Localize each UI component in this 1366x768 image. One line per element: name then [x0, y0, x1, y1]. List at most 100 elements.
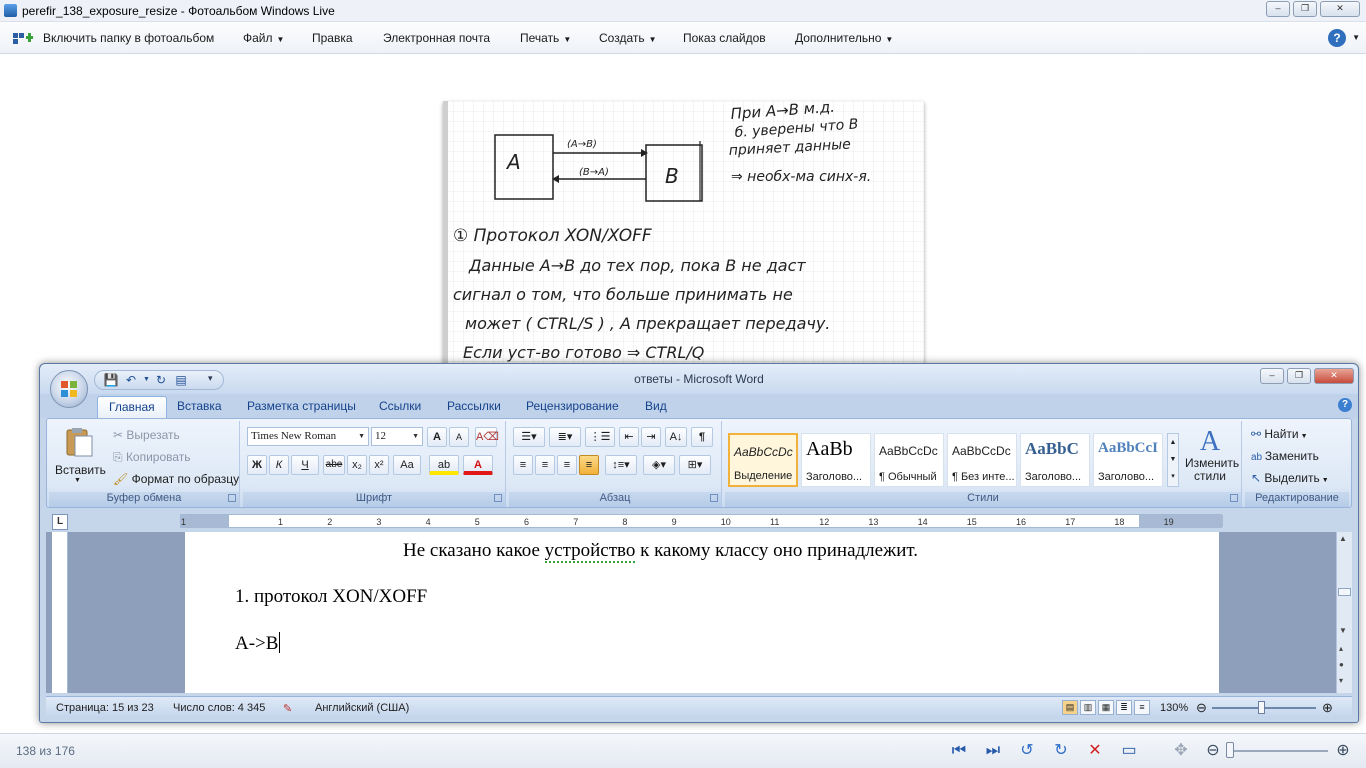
sort-icon[interactable]: A↓	[665, 427, 687, 447]
undo-dropdown-icon[interactable]: ▼	[143, 372, 150, 388]
previous-icon[interactable]: ⏮	[948, 741, 970, 761]
style-heading-1[interactable]: AaBb Заголово...	[801, 433, 871, 487]
proofing-icon[interactable]: ✎	[283, 702, 292, 715]
undo-icon[interactable]: ↶	[123, 372, 139, 388]
style-no-spacing[interactable]: AaBbCcDc ¶ Без инте...	[947, 433, 1017, 487]
save-icon[interactable]: 💾	[103, 372, 119, 388]
next-page-icon[interactable]: ▾	[1339, 676, 1343, 685]
zoom-out-icon[interactable]: ⊖	[1196, 700, 1207, 716]
menu-file[interactable]: Файл ▼	[243, 31, 284, 45]
zoom-slider-thumb[interactable]	[1258, 701, 1265, 714]
tab-references[interactable]: Ссылки	[379, 399, 421, 413]
word-count[interactable]: Число слов: 4 345	[173, 702, 265, 714]
document-page[interactable]: Не сказано какое устройство к какому кла…	[185, 532, 1219, 693]
close-button[interactable]: ✕	[1320, 1, 1360, 17]
style-emphasis[interactable]: AaBbCcDc Выделение	[728, 433, 798, 487]
scroll-down-icon[interactable]: ▼	[1339, 626, 1347, 635]
copy-button[interactable]: ⎘ Копировать	[113, 450, 191, 465]
underline-button[interactable]: Ч	[291, 455, 319, 475]
font-name-select[interactable]: Times New Roman ▼	[247, 427, 369, 446]
highlight-color-icon[interactable]: ab	[429, 455, 459, 475]
shrink-font-button[interactable]: A	[449, 427, 469, 447]
menu-edit[interactable]: Правка	[312, 31, 353, 45]
redo-icon[interactable]: ↻	[153, 372, 169, 388]
grow-font-button[interactable]: A	[427, 427, 447, 447]
align-right-icon[interactable]: ≡	[557, 455, 577, 475]
dialog-launcher-icon[interactable]	[1230, 494, 1238, 502]
vertical-ruler[interactable]	[52, 532, 68, 693]
menu-slideshow[interactable]: Показ слайдов	[683, 31, 766, 45]
change-case-button[interactable]: Aa	[393, 455, 421, 475]
numbering-icon[interactable]: ≣▾	[549, 427, 581, 447]
zoom-level[interactable]: 130%	[1160, 702, 1188, 714]
doc-line-1[interactable]: Не сказано какое устройство к какому кла…	[403, 540, 918, 563]
menu-include-folder[interactable]: Включить папку в фотоальбом	[43, 31, 214, 45]
tab-page-layout[interactable]: Разметка страницы	[247, 399, 356, 413]
dialog-launcher-icon[interactable]	[228, 494, 236, 502]
tab-review[interactable]: Рецензирование	[526, 399, 619, 413]
dialog-launcher-icon[interactable]	[494, 494, 502, 502]
vertical-scrollbar[interactable]: ▲ ▼ ▴ ● ▾	[1336, 532, 1352, 693]
font-size-select[interactable]: 12 ▼	[371, 427, 423, 446]
style-heading-3[interactable]: AaBbCcI Заголово...	[1093, 433, 1163, 487]
doc-line-3[interactable]: A->B	[235, 632, 281, 655]
italic-button[interactable]: К	[269, 455, 289, 475]
menu-print[interactable]: Печать ▼	[520, 31, 571, 45]
web-layout-icon[interactable]: ▦	[1098, 700, 1114, 715]
rotate-right-icon[interactable]: ↻	[1050, 741, 1072, 761]
paste-dropdown-icon[interactable]: ▼	[74, 477, 81, 484]
menu-email[interactable]: Электронная почта	[383, 31, 490, 45]
multilevel-list-icon[interactable]: ⋮☰	[585, 427, 615, 447]
scroll-thumb[interactable]	[1338, 588, 1351, 596]
style-heading-2[interactable]: AaBbC Заголово...	[1020, 433, 1090, 487]
scroll-up-icon[interactable]: ▲	[1339, 534, 1347, 543]
show-formatting-marks-icon[interactable]: ¶	[691, 427, 713, 447]
bold-button[interactable]: Ж	[247, 455, 267, 475]
borders-icon[interactable]: ⊞▾	[679, 455, 711, 475]
tab-selector-button[interactable]: L	[52, 514, 68, 530]
tab-home[interactable]: Главная	[97, 396, 167, 418]
line-spacing-icon[interactable]: ↕≡▾	[605, 455, 637, 475]
print-preview-icon[interactable]: ▤	[173, 372, 189, 388]
zoom-slider-thumb[interactable]	[1226, 742, 1234, 758]
tab-insert[interactable]: Вставка	[177, 399, 222, 413]
clear-formatting-icon[interactable]: A⌫	[475, 427, 499, 447]
cut-button[interactable]: ✂ Вырезать	[113, 428, 180, 442]
word-minimize-button[interactable]: –	[1260, 368, 1284, 384]
subscript-button[interactable]: x₂	[347, 455, 367, 475]
paste-icon[interactable]	[61, 427, 97, 457]
delete-icon[interactable]: ✕	[1084, 741, 1106, 761]
office-button[interactable]	[50, 370, 88, 408]
tab-view[interactable]: Вид	[645, 399, 667, 413]
customize-qat-icon[interactable]: ▾	[208, 373, 213, 384]
find-button[interactable]: ⚯ Найти ▼	[1251, 427, 1308, 441]
shading-icon[interactable]: ◈▾	[643, 455, 675, 475]
minimize-button[interactable]: –	[1266, 1, 1290, 17]
dropdown-arrow-icon[interactable]: ▼	[1352, 33, 1360, 42]
strikethrough-button[interactable]: abe	[323, 455, 345, 475]
justify-icon[interactable]: ≡	[579, 455, 599, 475]
superscript-button[interactable]: x²	[369, 455, 389, 475]
select-button[interactable]: ↖ Выделить ▼	[1251, 471, 1329, 485]
slideshow-icon[interactable]: ▭	[1118, 741, 1140, 761]
format-painter-button[interactable]: 🖌 Формат по образцу	[113, 472, 239, 486]
select-browse-object-icon[interactable]: ●	[1339, 660, 1344, 669]
style-normal[interactable]: AaBbCcDc ¶ Обычный	[874, 433, 944, 487]
page-indicator[interactable]: Страница: 15 из 23	[56, 702, 154, 714]
align-left-icon[interactable]: ≡	[513, 455, 533, 475]
print-layout-view-icon[interactable]: ▤	[1062, 700, 1078, 715]
rotate-left-icon[interactable]: ↺	[1016, 741, 1038, 761]
language-indicator[interactable]: Английский (США)	[315, 702, 409, 714]
change-styles-button[interactable]: A Изменить стили	[1185, 427, 1239, 487]
zoom-out-icon[interactable]: ⊖	[1202, 741, 1224, 761]
align-center-icon[interactable]: ≡	[535, 455, 555, 475]
zoom-in-icon[interactable]: ⊕	[1332, 741, 1354, 761]
paste-button[interactable]: Вставить	[55, 463, 106, 477]
doc-line-2[interactable]: 1. протокол XON/XOFF	[235, 586, 427, 608]
zoom-in-icon[interactable]: ⊕	[1322, 700, 1333, 716]
outline-view-icon[interactable]: ≣	[1116, 700, 1132, 715]
word-close-button[interactable]: ✕	[1314, 368, 1354, 384]
tab-mailings[interactable]: Рассылки	[447, 399, 501, 413]
zoom-slider[interactable]	[1228, 750, 1328, 752]
word-help-icon[interactable]: ?	[1338, 398, 1352, 412]
